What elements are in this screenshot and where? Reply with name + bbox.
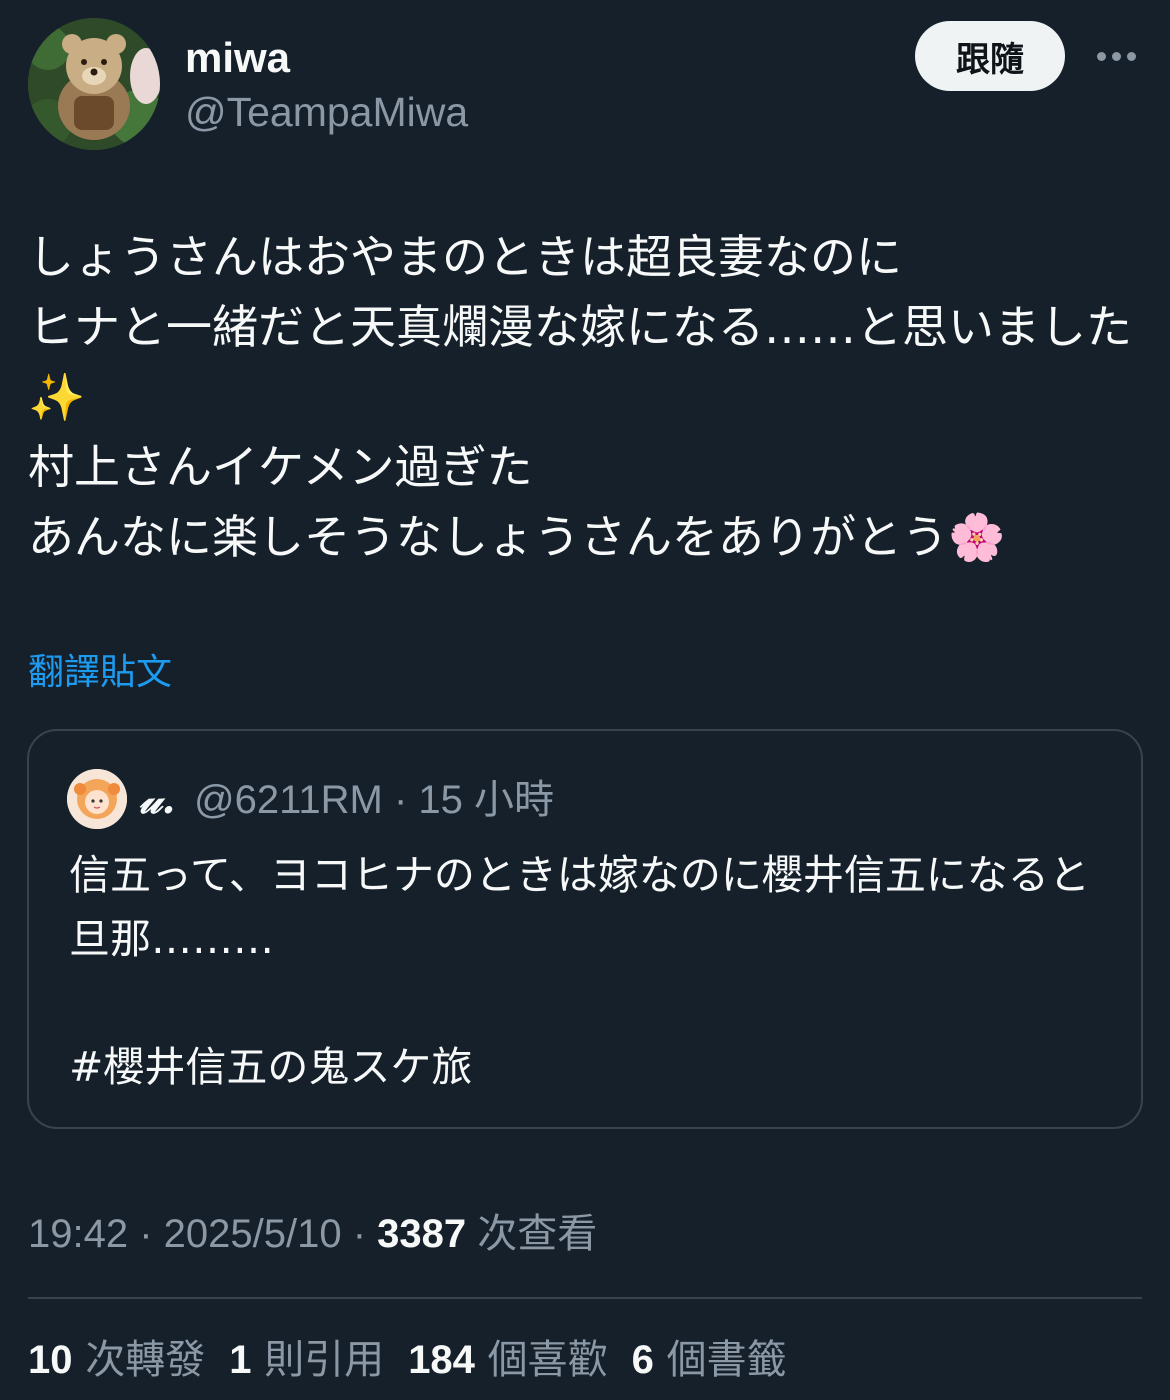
author-display-name[interactable]: miwa <box>185 34 290 82</box>
like-label: 個喜歡 <box>487 1337 608 1383</box>
more-horizontal-icon <box>1096 51 1106 61</box>
quote-count: 1 <box>229 1338 252 1382</box>
retweet-count: 10 <box>28 1338 73 1382</box>
author-avatar[interactable] <box>28 18 160 150</box>
more-options-button[interactable] <box>1090 38 1142 74</box>
like-count: 184 <box>408 1338 475 1382</box>
tweet-date[interactable]: 2025/5/10 <box>164 1212 342 1256</box>
likes-stat[interactable]: 184 個喜歡 <box>408 1333 607 1387</box>
tweet-meta: 19:42 · 2025/5/10 · 3387 次查看 <box>28 1212 598 1256</box>
quoted-tweet-time[interactable]: 15 小時 <box>418 778 554 822</box>
engagement-stats: 10 次轉發 1 則引用 184 個喜歡 6 個書籤 <box>28 1333 787 1387</box>
quoted-author-meta: @6211RM · 15 小時 <box>194 775 554 825</box>
retweets-stat[interactable]: 10 次轉發 <box>28 1333 205 1387</box>
retweet-label: 次轉發 <box>85 1337 206 1383</box>
quoted-author-avatar[interactable] <box>67 769 127 829</box>
quoted-tweet-card[interactable]: 𝓊. @6211RM · 15 小時 信五って、ヨコヒナのときは嫁なのに櫻井信五… <box>27 729 1143 1129</box>
quoted-tweet-text: 信五って、ヨコヒナのときは嫁なのに櫻井信五になると旦那……… #櫻井信五の鬼スケ… <box>69 851 1090 1091</box>
divider <box>28 1297 1142 1299</box>
quoted-author-handle[interactable]: @6211RM <box>194 778 383 822</box>
translate-post-link[interactable]: 翻譯貼文 <box>28 648 172 698</box>
teddy-bear-icon <box>28 18 160 150</box>
tweet-text: しょうさんはおやまのときは超良妻なのに ヒナと一緒だと天真爛漫な嫁になる……と思… <box>28 230 1132 564</box>
bookmark-label: 個書籤 <box>666 1337 787 1383</box>
more-dot <box>1126 51 1136 61</box>
tweet-time[interactable]: 19:42 <box>28 1212 128 1256</box>
follow-button[interactable]: 跟隨 <box>915 21 1065 91</box>
quote-label: 則引用 <box>264 1337 385 1383</box>
author-handle[interactable]: @TeampaMiwa <box>185 88 468 136</box>
view-count: 3387 <box>377 1212 467 1256</box>
more-dot <box>1111 51 1121 61</box>
bookmark-count: 6 <box>631 1338 654 1382</box>
tweet-detail: miwa @TeampaMiwa 跟隨 しょうさんはおやまのときは超良妻なのに … <box>0 0 1170 1400</box>
bookmarks-stat[interactable]: 6 個書籤 <box>632 1333 787 1387</box>
view-count-label: 次查看 <box>477 1212 598 1256</box>
meta-separator: · <box>393 778 408 822</box>
quoted-author-name[interactable]: 𝓊. <box>139 775 176 825</box>
quotes-stat[interactable]: 1 則引用 <box>229 1333 384 1387</box>
anime-girl-icon <box>67 769 127 829</box>
